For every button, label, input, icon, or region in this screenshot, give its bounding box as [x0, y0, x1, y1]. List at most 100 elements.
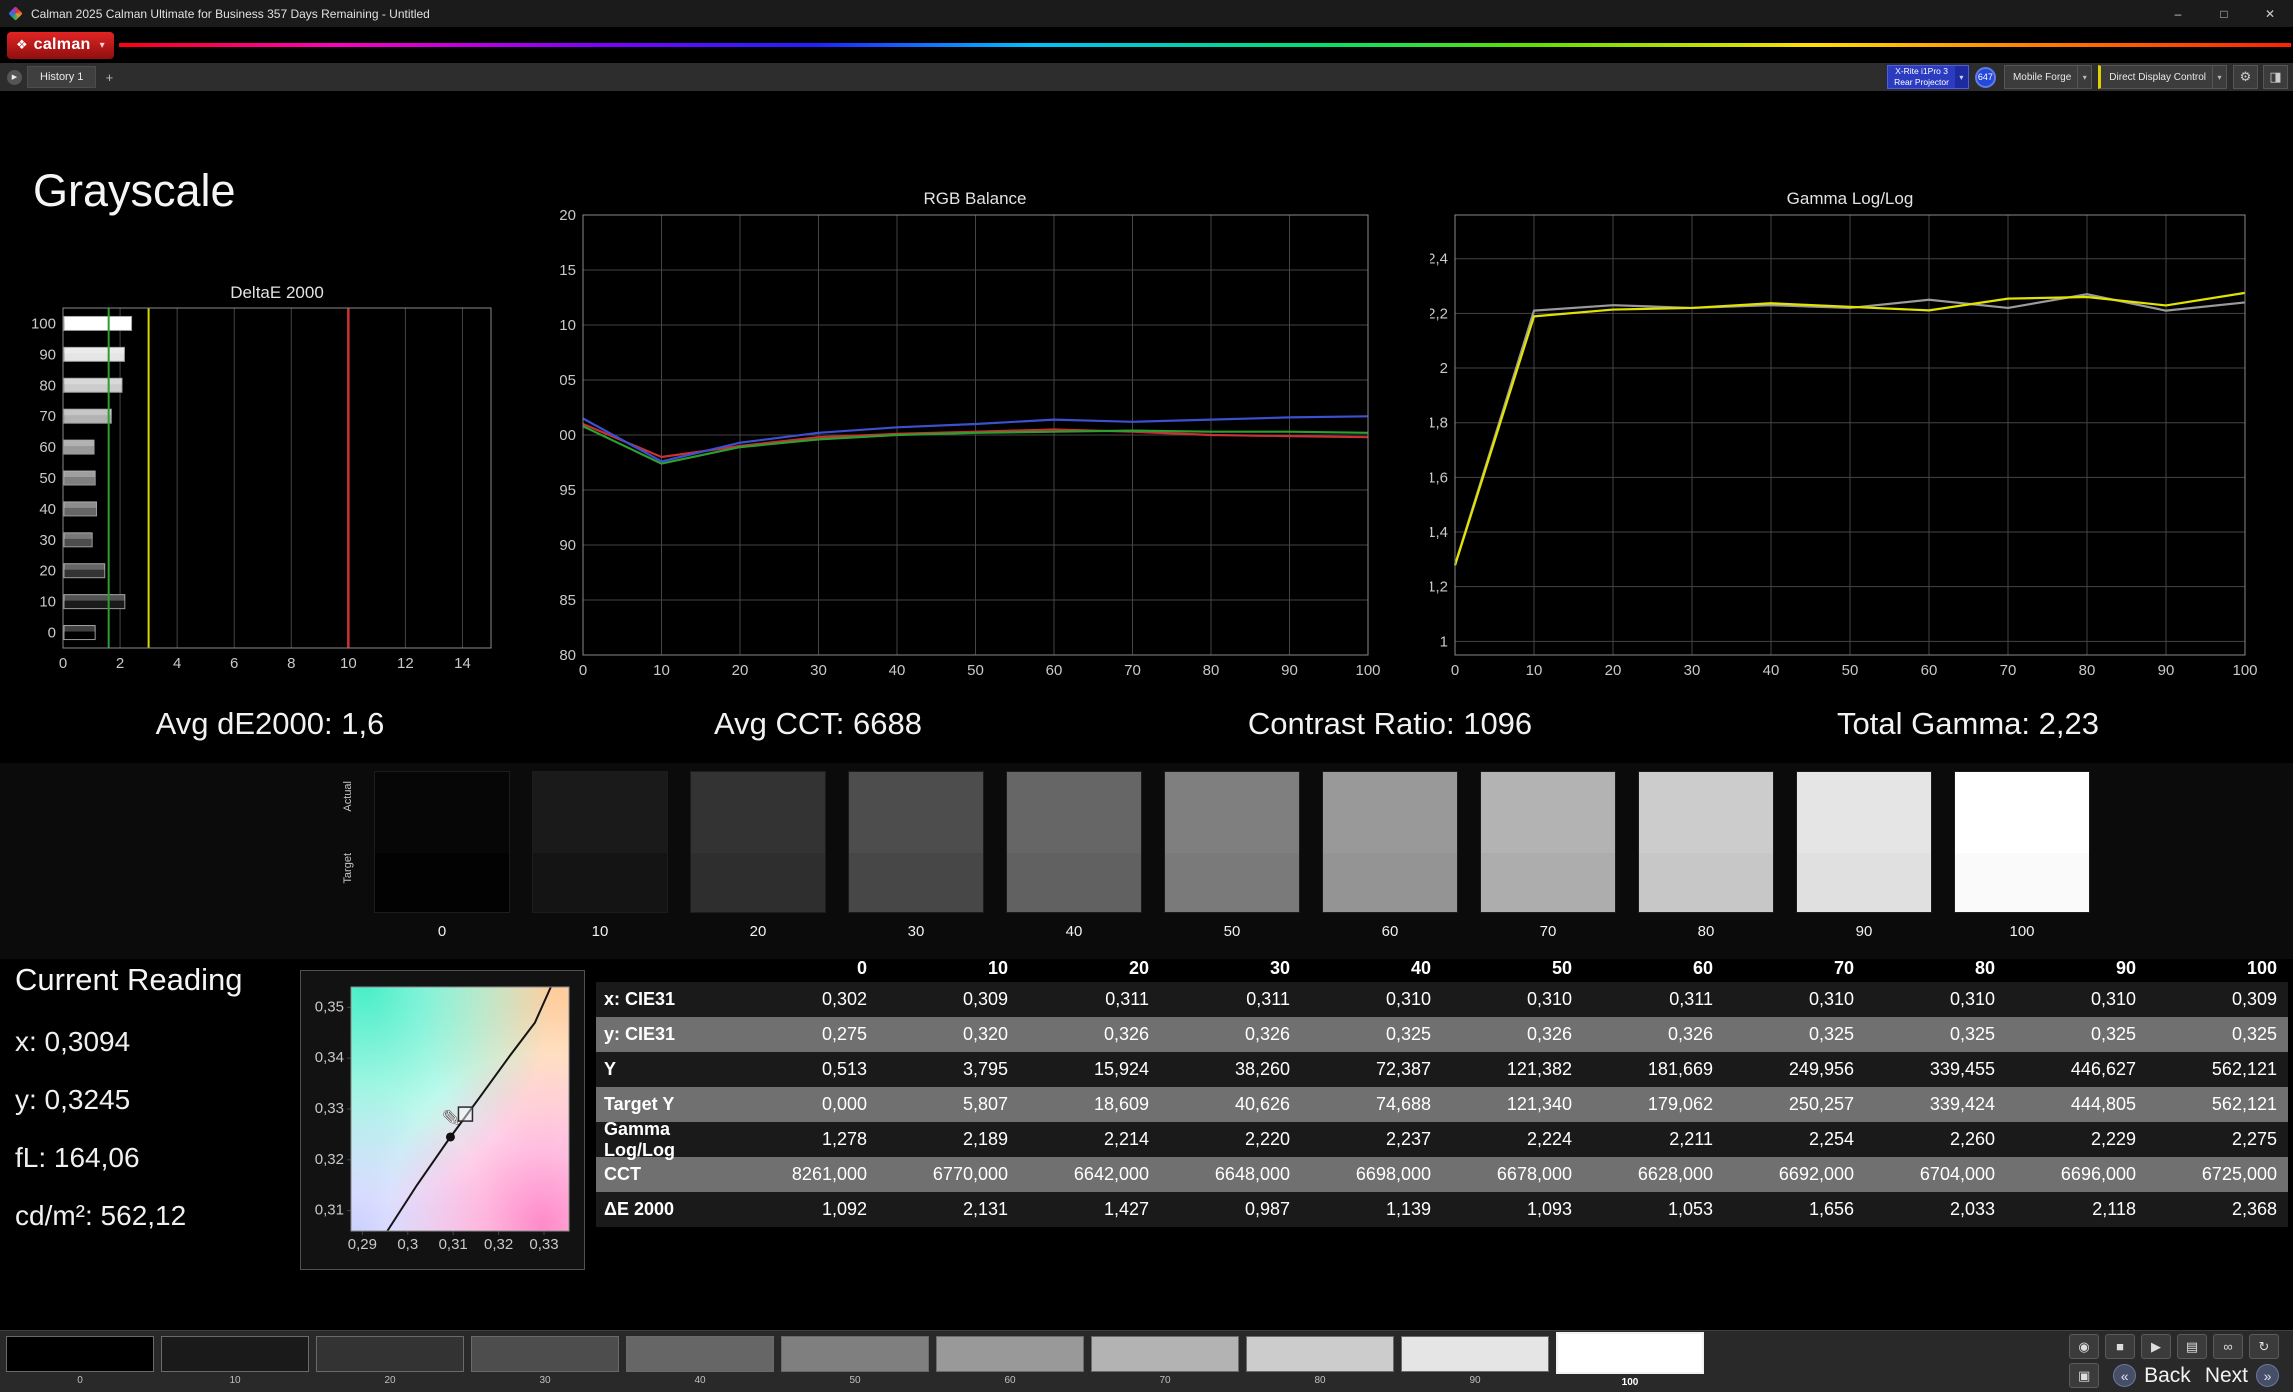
pattern-levels-button[interactable]: ▤	[2177, 1334, 2207, 1359]
pattern-swatch-label: 20	[384, 1375, 396, 1386]
table-cell: 0,326	[1526, 1024, 1572, 1044]
gamma-chart-block: Gamma Log/Log 1 1,2 1,4 1,6 1,8 2 2,2 2,4 0 10 20 30…	[1427, 189, 2270, 695]
chevron-down-icon: ▾	[1954, 66, 1968, 88]
swatch-row: 0 10 20 30 40 50 60 70 80 90 100	[374, 771, 2090, 940]
pattern-color-box	[316, 1336, 464, 1372]
svg-text:2,4: 2,4	[1430, 251, 1448, 268]
table-col-header: 70	[1833, 958, 1854, 978]
display-control-selector[interactable]: Direct Display Control ▾	[2098, 65, 2227, 89]
side-panel-toggle-button[interactable]: ◨	[2263, 65, 2288, 89]
pattern-swatch-20[interactable]: 20	[316, 1336, 464, 1388]
back-button[interactable]: « Back	[2113, 1364, 2191, 1388]
svg-text:60: 60	[1046, 662, 1063, 679]
table-row-label: y: CIE31	[604, 1024, 676, 1044]
svg-text:8: 8	[287, 655, 295, 672]
next-icon: »	[2256, 1364, 2279, 1387]
pattern-swatch-30[interactable]: 30	[471, 1336, 619, 1388]
pattern-swatch-60[interactable]: 60	[936, 1336, 1084, 1388]
stop-button[interactable]: ■	[2105, 1334, 2135, 1359]
results-table: 0 10 20 30 40 50 60 70 80 90 100 x: CIE31 0,302 0,309…	[596, 955, 2288, 1227]
table-row: x: CIE31 0,302 0,309 0,311 0,311 0,310 0,310 0,…	[596, 982, 2288, 1017]
table-cell: 121,382	[1506, 1059, 1572, 1079]
read-single-button[interactable]: ◉	[2069, 1334, 2099, 1359]
play-button[interactable]: ▶	[2141, 1334, 2171, 1359]
strip-swatch-40: 40	[1006, 771, 1142, 940]
meter-mode: Rear Projector	[1894, 77, 1949, 87]
pattern-window-button[interactable]: ▣	[2069, 1363, 2100, 1388]
calman-logo-text: calman	[33, 36, 91, 53]
actual-axis-label: Actual	[342, 781, 354, 812]
strip-swatch-0: 0	[374, 771, 510, 940]
meter-status-badge[interactable]: 647	[1974, 66, 1996, 88]
svg-text:10: 10	[340, 655, 357, 672]
svg-text:90: 90	[560, 537, 576, 554]
pattern-swatch-40[interactable]: 40	[626, 1336, 774, 1388]
svg-text:2: 2	[116, 655, 124, 672]
pattern-swatch-label: 50	[849, 1375, 861, 1386]
pattern-swatch-90[interactable]: 90	[1401, 1336, 1549, 1388]
pattern-color-box	[1401, 1336, 1549, 1372]
cie-chart-panel[interactable]: 0,31 0,32 0,33 0,34 0,35 0,29 0,3 0,31 0,32 0,33 ✎	[300, 970, 585, 1270]
pattern-swatch-70[interactable]: 70	[1091, 1336, 1239, 1388]
svg-text:2: 2	[1440, 360, 1448, 377]
calman-menu-button[interactable]: ❖ calman ▾	[7, 31, 114, 59]
table-row: ΔE 2000 1,092 2,131 1,427 0,987 1,139 1,093 1,0…	[596, 1192, 2288, 1227]
grayscale-swatch-strip: Actual Target 0 10 20 30 40 50 60 70 80 90 100	[0, 763, 2293, 959]
pattern-swatch-80[interactable]: 80	[1246, 1336, 1394, 1388]
meter-selector[interactable]: X-Rite i1Pro 3 Rear Projector ▾	[1887, 65, 1969, 89]
swatch-label: 10	[591, 923, 609, 940]
table-cell: 2,254	[1808, 1129, 1854, 1149]
pattern-swatch-50[interactable]: 50	[781, 1336, 929, 1388]
table-cell: 0,309	[962, 989, 1008, 1009]
pattern-swatch-100[interactable]: 100	[1556, 1332, 1704, 1388]
close-button[interactable]: ✕	[2247, 0, 2293, 27]
next-button[interactable]: Next »	[2205, 1364, 2279, 1388]
swatch-color-box	[1322, 771, 1458, 913]
table-cell: 249,956	[1788, 1059, 1854, 1079]
pattern-swatch-10[interactable]: 10	[161, 1336, 309, 1388]
svg-text:30: 30	[39, 532, 56, 549]
table-cell: 562,121	[2211, 1094, 2277, 1114]
page-title: Grayscale	[33, 165, 236, 216]
settings-gear-button[interactable]: ⚙	[2233, 65, 2258, 89]
table-cell: 2,368	[2231, 1199, 2277, 1219]
tab-history-1[interactable]: History 1	[27, 66, 97, 88]
pattern-swatch-label: 100	[1621, 1377, 1639, 1388]
history-panel-toggle[interactable]: ▶	[7, 69, 22, 85]
svg-text:0,32: 0,32	[484, 1236, 513, 1253]
minimize-button[interactable]: –	[2155, 0, 2201, 27]
add-tab-button[interactable]: +	[100, 68, 118, 86]
stat-contrast-ratio: Contrast Ratio: 1096	[1247, 706, 1533, 741]
meter-selector-label: X-Rite i1Pro 3 Rear Projector	[1888, 66, 1955, 88]
autocal-button[interactable]: ↻	[2249, 1334, 2279, 1359]
source-selector[interactable]: Mobile Forge ▾	[2003, 65, 2093, 89]
table-cell: 0,320	[962, 1024, 1008, 1044]
svg-text:12: 12	[397, 655, 414, 672]
table-cell: 6704,000	[1919, 1164, 1995, 1184]
svg-text:0,33: 0,33	[315, 1100, 344, 1117]
table-cell: 1,139	[1385, 1199, 1431, 1219]
svg-text:115: 115	[560, 262, 576, 279]
cie-xy-chart: 0,31 0,32 0,33 0,34 0,35 0,29 0,3 0,31 0,32 0,33 ✎	[315, 986, 570, 1253]
table-cell: 0,325	[2090, 1024, 2136, 1044]
table-cell: 0,310	[2090, 989, 2136, 1009]
pattern-color-box	[1246, 1336, 1394, 1372]
table-cell: 1,093	[1526, 1199, 1572, 1219]
read-continuous-button[interactable]: ∞	[2213, 1334, 2243, 1359]
svg-text:0,29: 0,29	[348, 1236, 377, 1253]
pattern-swatch-0[interactable]: 0	[6, 1336, 154, 1388]
chevron-down-icon: ▾	[99, 39, 105, 51]
swatch-label: 80	[1697, 923, 1715, 940]
rgb-balance-chart-block: RGB Balance 80 85 90 95 100 105 110 115 120 0 10 20 3…	[551, 189, 1390, 695]
svg-text:0,33: 0,33	[529, 1236, 558, 1253]
rainbow-gradient-line	[118, 43, 2291, 47]
maximize-button[interactable]: □	[2201, 0, 2247, 27]
table-cell: 0,325	[1385, 1024, 1431, 1044]
svg-text:85: 85	[560, 592, 576, 609]
tab-label: History 1	[40, 71, 84, 83]
table-cell: 2,214	[1103, 1129, 1149, 1149]
table-cell: 38,260	[1234, 1059, 1290, 1079]
svg-text:90: 90	[1281, 662, 1298, 679]
table-cell: 0,310	[1808, 989, 1854, 1009]
next-label: Next	[2204, 1363, 2248, 1387]
